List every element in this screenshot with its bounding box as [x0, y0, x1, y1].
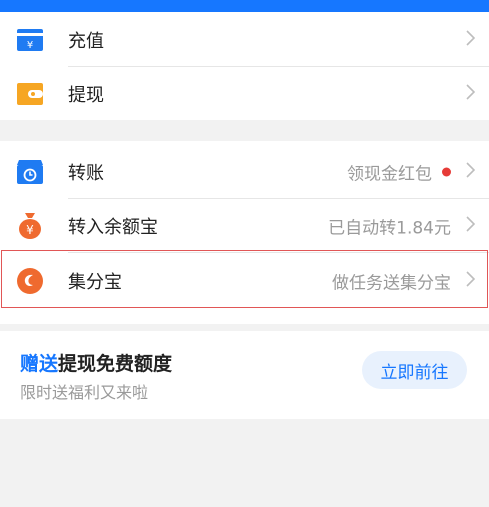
menu-item-label: 转账: [68, 163, 104, 184]
promo-title-rest: 提现免费额度: [58, 353, 173, 375]
menu-item-label: 提现: [68, 85, 104, 106]
top-status-bar: [0, 0, 489, 12]
promo-title: 赠送提现免费额度: [20, 349, 172, 376]
menu-item-label: 转入余额宝: [68, 217, 158, 238]
chevron-right-icon: [466, 84, 476, 104]
red-dot-badge: [442, 167, 451, 177]
menu-item-recharge[interactable]: ¥ 充值: [0, 12, 489, 68]
wallet-icon: [16, 80, 44, 108]
menu-item-withdraw[interactable]: 提现: [0, 66, 489, 122]
hint-text: 领现金红包: [347, 164, 432, 185]
chevron-right-icon: [466, 30, 476, 50]
promo-title-accent: 赠送: [20, 353, 59, 375]
menu-item-yuebao[interactable]: ¥ 转入余额宝 已自动转1.84元: [0, 198, 489, 254]
svg-text:¥: ¥: [27, 40, 33, 51]
menu-item-hint: 领现金红包: [347, 160, 451, 185]
chevron-right-icon: [466, 216, 476, 236]
menu-item-label: 充值: [68, 31, 104, 52]
go-now-button[interactable]: 立即前往: [362, 351, 467, 389]
menu-item-transfer[interactable]: 转账 领现金红包: [0, 144, 489, 200]
transfer-shop-icon: [16, 158, 44, 186]
money-bag-icon: ¥: [16, 212, 44, 240]
hint-text: 已自动转1.84元: [328, 218, 451, 239]
menu-item-hint: 已自动转1.84元: [328, 214, 451, 239]
svg-text:¥: ¥: [26, 223, 34, 237]
card-icon: ¥: [16, 26, 44, 54]
chevron-right-icon: [466, 162, 476, 182]
promo-card[interactable]: 赠送提现免费额度 限时送福利又来啦 立即前往: [0, 331, 489, 419]
highlight-outline: [1, 250, 488, 308]
menu-group-primary: ¥ 充值 提现: [0, 12, 489, 120]
promo-subtitle: 限时送福利又来啦: [20, 383, 149, 402]
